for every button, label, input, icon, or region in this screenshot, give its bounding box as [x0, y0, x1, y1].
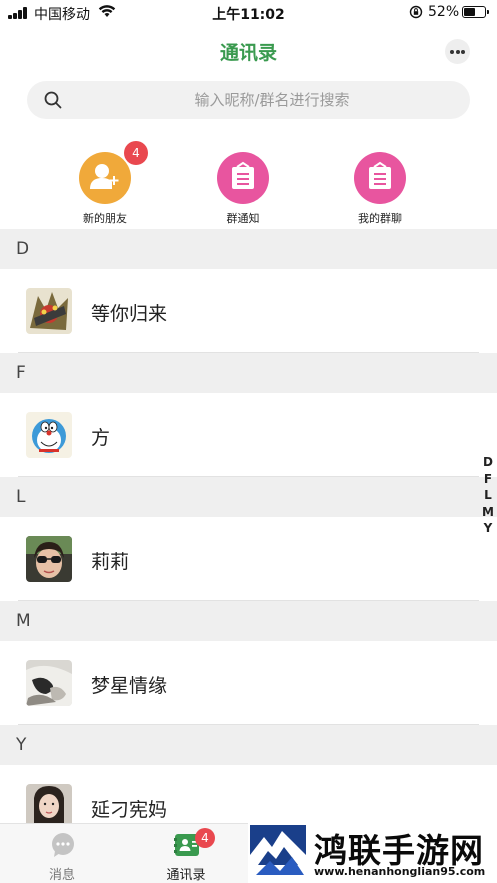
- index-letter-y[interactable]: Y: [481, 520, 495, 537]
- index-letter-f[interactable]: F: [481, 471, 495, 488]
- contact-item[interactable]: 方: [0, 393, 497, 477]
- contact-name: 等你归来: [91, 303, 168, 325]
- battery-icon: [462, 6, 489, 18]
- site-watermark: 鸿联手游网 www.henanhonglian95.com: [248, 822, 497, 883]
- section-letter: F: [16, 363, 26, 383]
- avatar: [26, 288, 72, 334]
- my-groups-button[interactable]: 我的群聊: [325, 152, 435, 227]
- section-header-y: Y: [0, 725, 497, 765]
- section-header-l: L: [0, 477, 497, 517]
- page-title: 通讯录: [219, 42, 277, 64]
- avatar: [26, 536, 72, 582]
- section-letter: D: [16, 239, 30, 259]
- section-header-f: F: [0, 353, 497, 393]
- section-letter: Y: [16, 735, 27, 755]
- section-letter: L: [16, 487, 26, 507]
- new-friends-button[interactable]: 4 新的朋友: [50, 141, 160, 227]
- section-header-d: D: [0, 229, 497, 269]
- contact-name: 方: [91, 427, 111, 449]
- index-letter-l[interactable]: L: [481, 487, 495, 504]
- watermark-url: www.henanhonglian95.com: [314, 865, 486, 878]
- avatar: [26, 660, 72, 706]
- section-letter: M: [16, 611, 31, 631]
- index-letter-d[interactable]: D: [481, 454, 495, 471]
- chat-bubble-icon: [52, 833, 74, 857]
- more-dots-icon: [450, 50, 454, 54]
- search-input[interactable]: [87, 81, 457, 119]
- more-button[interactable]: [445, 39, 470, 64]
- notice-board-icon: [217, 152, 269, 204]
- my-groups-label: 我的群聊: [358, 212, 402, 225]
- status-bar: 中国移动 上午11:02 52%: [0, 0, 497, 26]
- section-header-m: M: [0, 601, 497, 641]
- contact-name: 莉莉: [91, 551, 130, 573]
- battery-percent: 52%: [428, 4, 460, 20]
- avatar: [26, 412, 72, 458]
- contact-item[interactable]: 梦星情缘: [0, 641, 497, 725]
- new-friends-label: 新的朋友: [83, 212, 127, 225]
- add-friend-icon: [79, 152, 131, 204]
- tab-contacts-label: 通讯录: [166, 868, 206, 883]
- notice-board-icon: [354, 152, 406, 204]
- search-icon: [44, 91, 62, 109]
- contact-name: 延刁宪妈: [91, 799, 168, 821]
- contact-name: 梦星情缘: [91, 675, 168, 697]
- group-notice-label: 群通知: [226, 212, 260, 225]
- tab-messages-label: 消息: [48, 868, 75, 883]
- new-friends-badge: 4: [124, 141, 148, 165]
- contact-item[interactable]: 莉莉: [0, 517, 497, 601]
- battery-fill: [464, 8, 476, 16]
- alphabet-index[interactable]: D F L M Y: [481, 454, 495, 537]
- rotation-lock-icon: [409, 5, 423, 19]
- contact-item[interactable]: 等你归来: [0, 269, 497, 353]
- tab-contacts[interactable]: 4 通讯录: [124, 824, 248, 883]
- contacts-tab-badge: 4: [195, 828, 215, 848]
- search-bar[interactable]: [27, 81, 470, 119]
- group-notice-button[interactable]: 群通知: [188, 152, 298, 227]
- watermark-logo-icon: [250, 825, 306, 879]
- index-letter-m[interactable]: M: [481, 504, 495, 521]
- tab-messages[interactable]: 消息: [0, 824, 124, 883]
